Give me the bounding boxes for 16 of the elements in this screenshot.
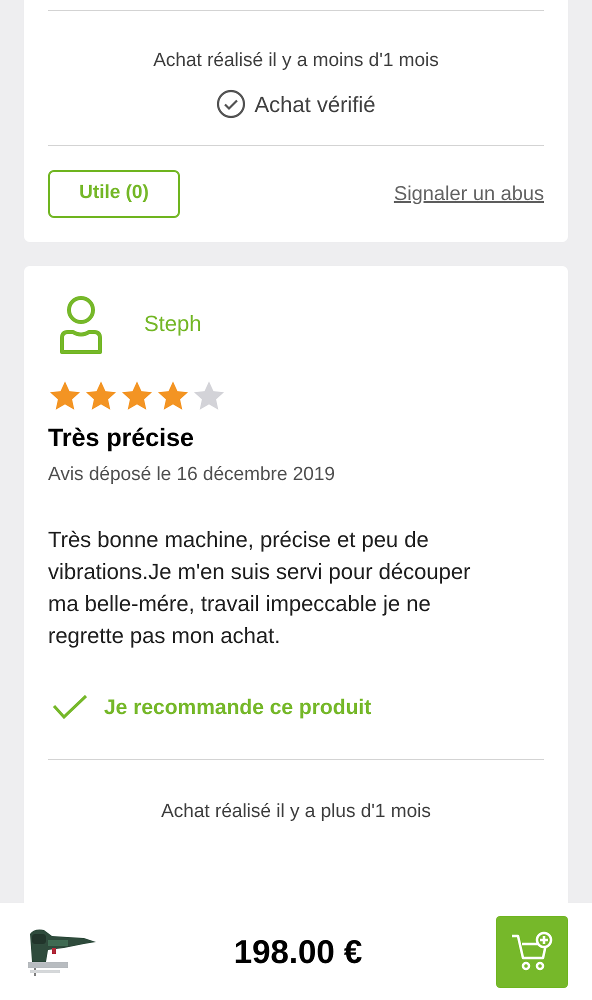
star-icon xyxy=(120,380,154,412)
review-date: Avis déposé le 16 décembre 2019 xyxy=(48,463,336,487)
report-link[interactable]: Signaler un abus xyxy=(394,178,544,208)
author-name: Steph xyxy=(144,310,202,338)
review-body: Très bonne machine, précise et peu de vibrations.Je m'en suis servi pour découper ma belle-mére, travail impeccable je ne regrette pas mon achat. xyxy=(48,526,472,650)
purchase-age: Achat réalisé il y a moins d'1 mois xyxy=(152,49,440,73)
review-title: Très précise xyxy=(48,422,195,454)
purchase-age: Achat réalisé il y a plus d'1 mois xyxy=(160,800,432,824)
add-to-cart-button[interactable] xyxy=(496,916,568,988)
star-icon xyxy=(156,380,190,412)
star-icon xyxy=(84,380,118,412)
price: 198.00 € xyxy=(232,932,364,972)
star-icon xyxy=(192,380,226,412)
recommend-label: Je recommande ce produit xyxy=(104,694,372,720)
star-icon xyxy=(48,380,82,412)
verified-label: Achat vérifié xyxy=(254,90,376,118)
